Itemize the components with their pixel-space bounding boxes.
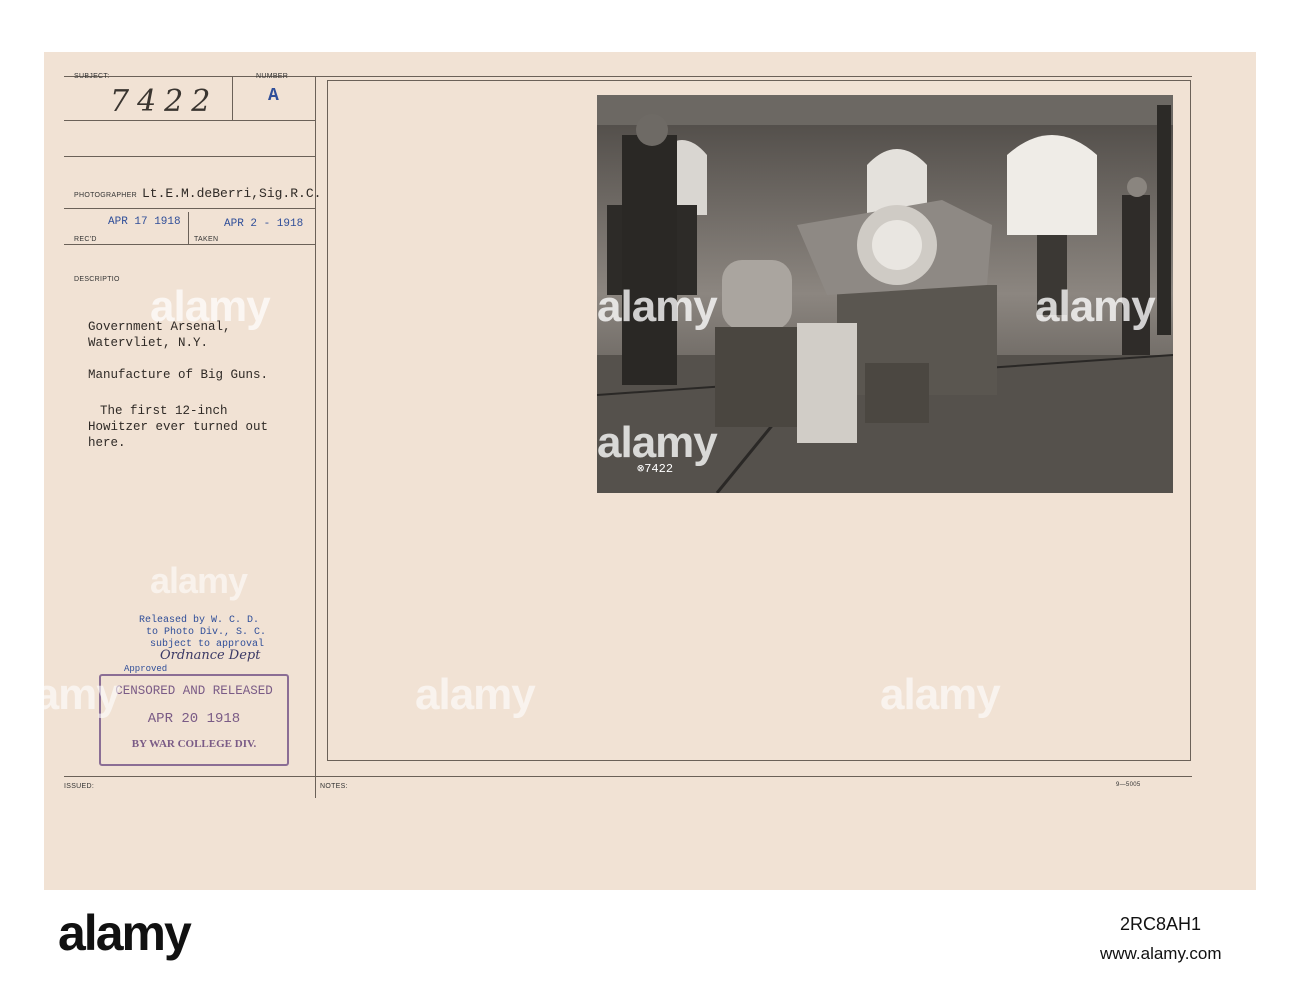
received-date: APR 17 1918 bbox=[108, 216, 181, 228]
bottom-rule bbox=[64, 776, 1192, 777]
photo-frame-top bbox=[327, 80, 1191, 81]
form-code: 9—5005 bbox=[1116, 782, 1141, 788]
notes-divider bbox=[315, 776, 316, 798]
dates-divider bbox=[188, 212, 189, 244]
description-line-6: here. bbox=[88, 436, 126, 450]
alamy-watermark: alamy bbox=[0, 670, 121, 719]
censor-stamp-line-1: CENSORED AND RELEASED bbox=[115, 684, 273, 698]
site-url: www.alamy.com bbox=[1100, 944, 1222, 963]
alamy-watermark: alamy bbox=[597, 282, 718, 331]
received-label: REC'D bbox=[74, 236, 97, 243]
release-signature: Ordnance Dept bbox=[160, 648, 261, 663]
release-stamp-line-2: to Photo Div., S. C. bbox=[146, 627, 267, 638]
censor-stamp-date: APR 20 1918 bbox=[147, 711, 241, 727]
notes-label: NOTES: bbox=[320, 783, 348, 790]
photo-frame-left bbox=[327, 80, 328, 760]
photo-frame-right bbox=[1190, 80, 1191, 760]
photographer-name: Lt.E.M.deBerri,Sig.R.C. bbox=[142, 186, 322, 201]
stock-footer: alamy 2RC8AH1 www.alamy.com bbox=[0, 890, 1300, 982]
alamy-watermark: alamy bbox=[880, 670, 1001, 719]
taken-label: TAKEN bbox=[194, 236, 219, 243]
issued-label: ISSUED: bbox=[64, 783, 95, 790]
description-line-2: Watervliet, N.Y. bbox=[88, 336, 209, 350]
alamy-watermark: alamy bbox=[415, 670, 536, 719]
left-column-right-edge bbox=[315, 76, 316, 776]
description-label: DESCRIPTIO bbox=[74, 276, 120, 283]
photographer-row-rule bbox=[64, 208, 316, 209]
image-id-label: 2RC8AH1 bbox=[1120, 914, 1202, 934]
alamy-logo: alamy bbox=[58, 905, 192, 961]
subject-number: 7422 bbox=[110, 84, 219, 119]
info-row-rule bbox=[64, 156, 316, 157]
photographer-label: PHOTOGRAPHER bbox=[74, 192, 137, 199]
release-approved: Approved bbox=[124, 664, 168, 674]
release-stamp-line-1: Released by W. C. D. bbox=[139, 615, 260, 626]
alamy-watermark: alamy bbox=[150, 282, 271, 331]
alamy-watermark: alamy bbox=[150, 560, 248, 601]
photo-frame-bottom bbox=[327, 760, 1191, 761]
alamy-watermark: alamy bbox=[1035, 282, 1156, 331]
number-label: NUMBER bbox=[256, 73, 289, 80]
taken-date: APR 2 - 1918 bbox=[224, 218, 304, 230]
card-border-top bbox=[64, 76, 1192, 77]
subject-divider bbox=[232, 76, 233, 120]
description-line-5: Howitzer ever turned out bbox=[88, 420, 269, 434]
censor-stamp-line-3: BY WAR COLLEGE DIV. bbox=[131, 738, 257, 750]
subject-row-underline bbox=[64, 120, 316, 121]
subject-label: SUBJECT: bbox=[74, 73, 110, 80]
censor-stamp: CENSORED AND RELEASED APR 20 1918 BY WAR… bbox=[99, 674, 289, 766]
dates-row-underline bbox=[64, 244, 316, 245]
description-line-3: Manufacture of Big Guns. bbox=[88, 368, 269, 382]
alamy-watermark: alamy bbox=[597, 418, 718, 467]
description-line-4: The first 12-inch bbox=[100, 404, 228, 418]
number-letter: A bbox=[268, 86, 279, 106]
